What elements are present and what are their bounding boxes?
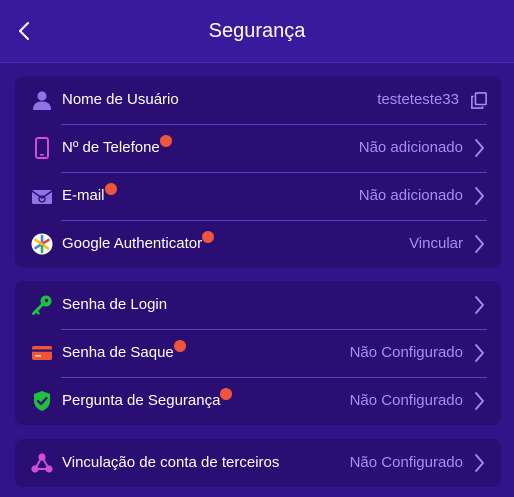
row-label: Nome de Usuário [62,91,179,108]
row-security-question[interactable]: Pergunta de Segurança Não Configurado [15,377,501,425]
chevron-right-icon [471,391,487,411]
row-phone[interactable]: Nº de Telefone Não adicionado [15,124,501,172]
username-value: testeteste33 [377,91,459,108]
email-icon [31,184,53,208]
chevron-right-icon [471,453,487,473]
notification-badge [202,231,215,243]
row-google-authenticator[interactable]: Google Authenticator Vincular [15,220,501,268]
chevron-right-icon [471,234,487,254]
header-bar: Segurança [0,0,514,63]
card-icon [31,341,53,365]
email-value: Não adicionado [358,187,463,204]
row-label: E-mail [62,187,105,204]
withdraw-password-value: Não Configurado [349,344,463,361]
google-authenticator-icon [31,232,53,256]
shield-check-icon [31,389,53,413]
security-question-value: Não Configurado [349,392,463,409]
row-label: Nº de Telefone [62,139,160,156]
chevron-right-icon [471,295,487,315]
authenticator-value: Vincular [409,235,463,252]
account-info-card: Nome de Usuário testeteste33 Nº de Telef… [15,76,501,268]
chevron-right-icon [471,343,487,363]
user-icon [31,88,53,112]
notification-badge [173,340,186,352]
row-label: Senha de Saque [62,344,174,361]
copy-icon [471,91,487,109]
row-withdraw-password[interactable]: Senha de Saque Não Configurado [15,329,501,377]
row-username[interactable]: Nome de Usuário testeteste33 [15,76,501,124]
notification-badge [104,183,117,195]
copy-button[interactable] [471,90,487,110]
row-label: Google Authenticator [62,235,203,252]
row-third-party-binding[interactable]: Vinculação de conta de terceiros Não Con… [15,439,501,487]
row-label: Pergunta de Segurança [62,392,221,409]
passwords-card: Senha de Login Senha de Saque Não Config… [15,281,501,425]
phone-value: Não adicionado [358,139,463,156]
third-party-card: Vinculação de conta de terceiros Não Con… [15,439,501,487]
row-login-password[interactable]: Senha de Login [15,281,501,329]
row-label: Senha de Login [62,296,168,313]
third-party-value: Não Configurado [349,454,463,471]
phone-icon [31,136,53,160]
row-email[interactable]: E-mail Não adicionado [15,172,501,220]
page-title: Segurança [208,20,306,42]
row-label: Vinculação de conta de terceiros [62,454,280,471]
notification-badge [220,388,233,400]
chevron-right-icon [471,186,487,206]
chevron-right-icon [471,138,487,158]
notification-badge [159,135,172,147]
key-icon [31,293,53,317]
link-nodes-icon [31,451,53,475]
